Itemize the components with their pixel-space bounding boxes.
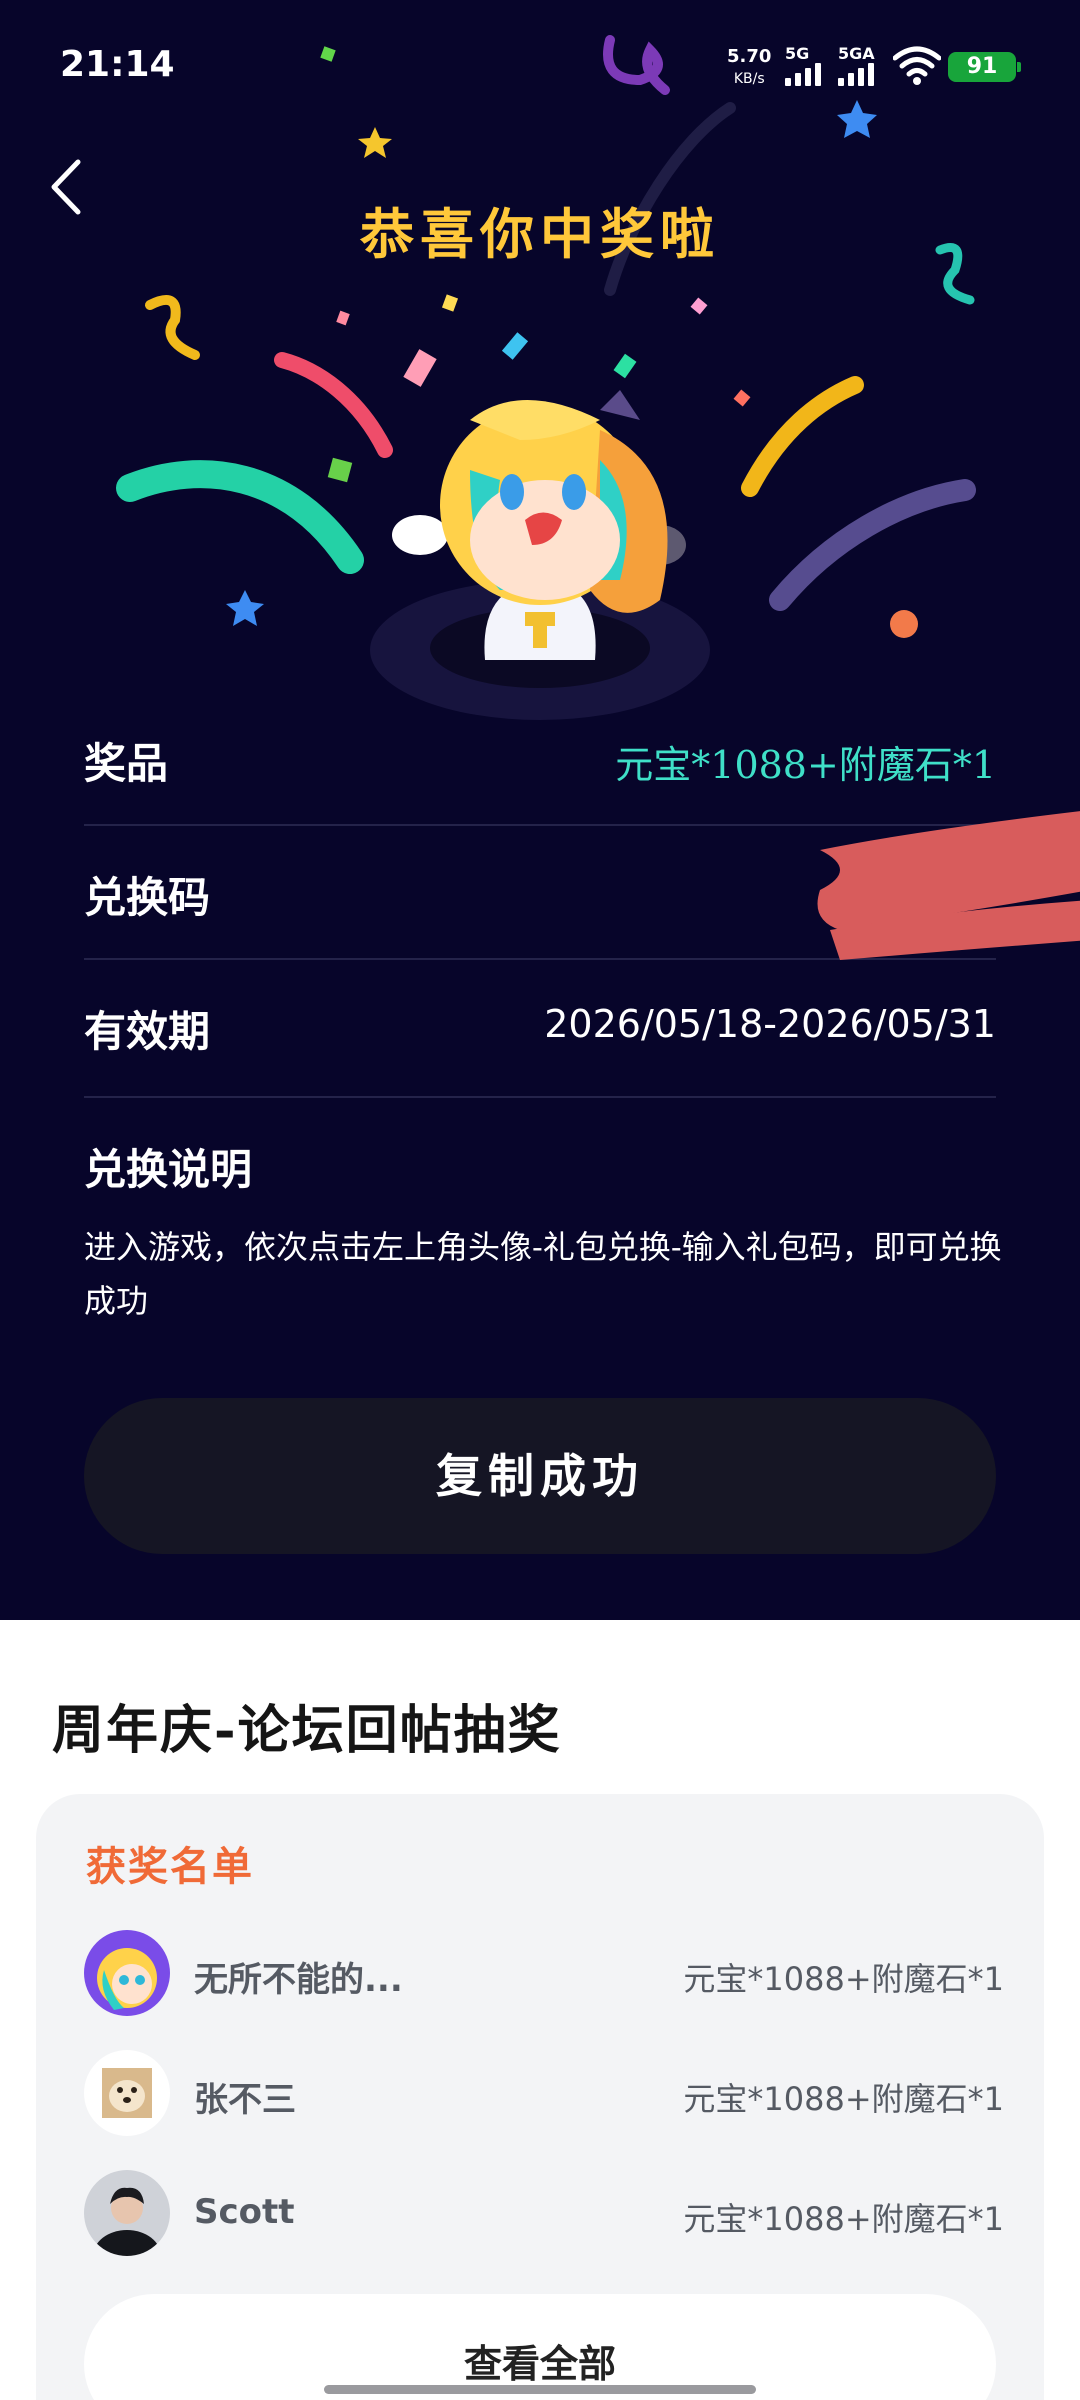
clock: 21:14 (60, 44, 175, 85)
prize-value: 元宝*1088+附魔石*1 (615, 743, 996, 787)
list-item[interactable]: Scott 元宝*1088+附魔石*1 (84, 2170, 1004, 2260)
prize-panel: 21:14 5.70 KB/s 5G 5GA 91 恭喜你中奖啦 奖品 元宝*1… (0, 0, 1080, 1620)
list-item[interactable]: 无所不能的... 元宝*1088+附魔石*1 (84, 1930, 1004, 2020)
list-item[interactable]: 张不三 元宝*1088+附魔石*1 (84, 2050, 1004, 2140)
winner-prize: 元宝*1088+附魔石*1 (683, 1960, 1004, 1998)
congrats-title: 恭喜你中奖啦 (360, 202, 720, 266)
prize-row: 奖品 元宝*1088+附魔石*1 (84, 692, 996, 826)
network-speed: 5.70 KB/s (727, 46, 772, 87)
home-indicator[interactable] (324, 2385, 756, 2394)
avatar (84, 1930, 170, 2016)
signal-icon: 5G (785, 44, 833, 86)
signal-icon: 5GA (838, 44, 886, 86)
validity-value: 2026/05/18-2026/05/31 (544, 1002, 996, 1046)
instructions-label: 兑换说明 (84, 1145, 253, 1194)
code-label: 兑换码 (84, 873, 211, 922)
redaction-mark (817, 811, 1080, 960)
validity-row: 有效期 2026/05/18-2026/05/31 (84, 960, 996, 1098)
winner-prize: 元宝*1088+附魔石*1 (683, 2080, 1004, 2118)
prize-label: 奖品 (84, 739, 169, 788)
status-bar: 21:14 5.70 KB/s 5G 5GA 91 (0, 0, 1080, 130)
battery-icon: 91 (948, 52, 1021, 82)
winner-name: 无所不能的... (194, 1960, 403, 2000)
winner-prize: 元宝*1088+附魔石*1 (683, 2200, 1004, 2238)
copy-button[interactable]: 复制成功 (84, 1398, 996, 1554)
avatar (84, 2170, 170, 2256)
winners-list-title: 获奖名单 (86, 1843, 254, 1890)
winners-card: 获奖名单 无所不能的... 元宝*1088+附魔石*1 张不三 元宝*1088+… (36, 1794, 1044, 2400)
winner-name: Scott (194, 2192, 295, 2232)
wifi-icon (893, 46, 941, 85)
winner-name: 张不三 (194, 2080, 296, 2120)
validity-label: 有效期 (84, 1007, 211, 1056)
event-title: 周年庆-论坛回帖抽奖 (52, 1700, 562, 1761)
avatar (84, 2050, 170, 2136)
instructions-text: 进入游戏，依次点击左上角头像-礼包兑换-输入礼包码，即可兑换成功 (84, 1228, 1002, 1320)
